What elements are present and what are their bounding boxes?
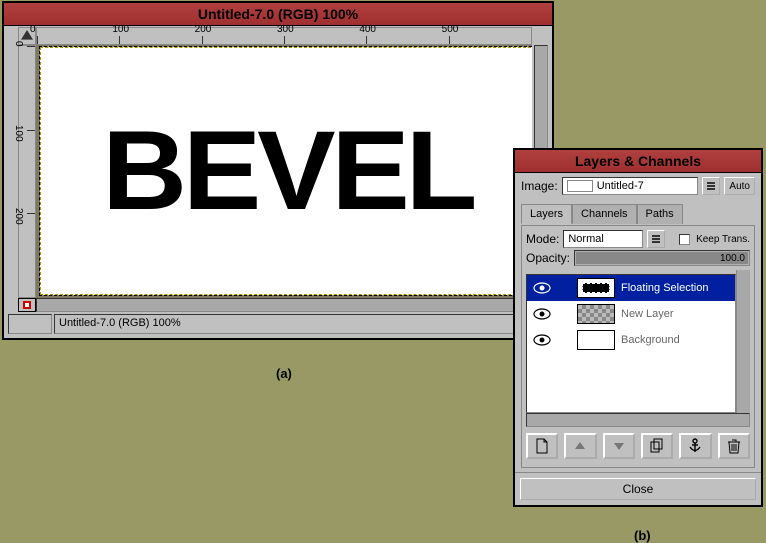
ruler-tick: 0 — [13, 41, 24, 47]
tab-paths[interactable]: Paths — [637, 204, 683, 224]
image-name: Untitled-7 — [597, 180, 644, 192]
image-selector[interactable]: Untitled-7 — [562, 177, 699, 195]
close-bar: Close — [515, 472, 761, 505]
tab-layers[interactable]: Layers — [521, 204, 572, 224]
delete-layer-button[interactable] — [718, 433, 750, 459]
ruler-tick: 200 — [13, 208, 24, 225]
new-layer-button[interactable] — [526, 433, 558, 459]
duplicate-layer-button[interactable] — [641, 433, 673, 459]
layer-buttons — [526, 429, 750, 463]
layer-name: New Layer — [621, 308, 735, 320]
statusbar: Untitled-7.0 (RGB) 100% — [8, 314, 548, 334]
ruler-tick: 300 — [277, 24, 294, 35]
tab-channels[interactable]: Channels — [572, 204, 636, 224]
ruler-tick: 100 — [13, 125, 24, 142]
layer-thumbnail — [577, 330, 615, 350]
ruler-tick: 0 — [30, 24, 36, 35]
image-thumbnail — [567, 180, 593, 192]
ruler-tick: 500 — [442, 24, 459, 35]
ruler-tick: 400 — [359, 24, 376, 35]
anchor-layer-button[interactable] — [679, 433, 711, 459]
horizontal-ruler[interactable]: 0 100 200 300 400 500 — [36, 27, 532, 45]
list-horizontal-scrollbar[interactable] — [526, 413, 750, 427]
layer-row[interactable]: New Layer — [527, 301, 735, 327]
layer-list: Floating Selection New Layer — [526, 274, 736, 413]
raise-layer-button[interactable] — [564, 433, 596, 459]
layer-name: Background — [621, 334, 735, 346]
tab-bar: Layers Channels Paths — [521, 203, 755, 223]
mode-menu-button[interactable] — [647, 230, 665, 248]
lower-layer-button[interactable] — [603, 433, 635, 459]
ruler-tick: 200 — [195, 24, 212, 35]
status-text: Untitled-7.0 (RGB) 100% — [54, 314, 520, 334]
opacity-value: 100.0 — [720, 253, 745, 264]
keep-trans-label: Keep Trans. — [696, 234, 750, 245]
vertical-ruler[interactable]: 0 100 200 — [18, 45, 36, 298]
visibility-toggle[interactable] — [527, 282, 557, 294]
status-cell — [8, 314, 52, 334]
mode-selector[interactable]: Normal — [563, 230, 643, 248]
keep-trans-checkbox[interactable] — [679, 234, 690, 245]
visibility-toggle[interactable] — [527, 308, 557, 320]
canvas-text: BEVEL — [102, 115, 473, 227]
canvas-viewport[interactable]: BEVEL — [36, 45, 532, 298]
image-window: Untitled-7.0 (RGB) 100% 0 100 200 300 40… — [2, 1, 554, 340]
horizontal-scrollbar[interactable] — [36, 298, 532, 312]
ruler-tick: 100 — [112, 24, 129, 35]
layer-name: Floating Selection — [621, 282, 735, 294]
layer-thumbnail — [577, 278, 615, 298]
layer-thumbnail — [577, 304, 615, 324]
close-button[interactable]: Close — [520, 478, 756, 500]
layers-dialog-title[interactable]: Layers & Channels — [515, 150, 761, 173]
image-label: Image: — [521, 179, 558, 193]
layer-row[interactable]: Background — [527, 327, 735, 353]
visibility-toggle[interactable] — [527, 334, 557, 346]
opacity-label: Opacity: — [526, 251, 570, 265]
image-window-title[interactable]: Untitled-7.0 (RGB) 100% — [4, 3, 552, 26]
canvas[interactable]: BEVEL — [40, 47, 532, 295]
list-vertical-scrollbar[interactable] — [736, 270, 750, 413]
layers-dialog: Layers & Channels Image: Untitled-7 Auto… — [513, 148, 763, 507]
figure-caption-a: (a) — [276, 366, 292, 381]
opacity-slider[interactable]: 100.0 — [574, 250, 750, 266]
layer-row[interactable]: Floating Selection — [527, 275, 735, 301]
auto-button[interactable]: Auto — [724, 177, 755, 195]
tab-panel: Mode: Normal Keep Trans. Opacity: 100.0 — [521, 225, 755, 468]
mode-label: Mode: — [526, 232, 559, 246]
quick-mask-button[interactable] — [18, 298, 36, 312]
image-menu-button[interactable] — [702, 177, 720, 195]
